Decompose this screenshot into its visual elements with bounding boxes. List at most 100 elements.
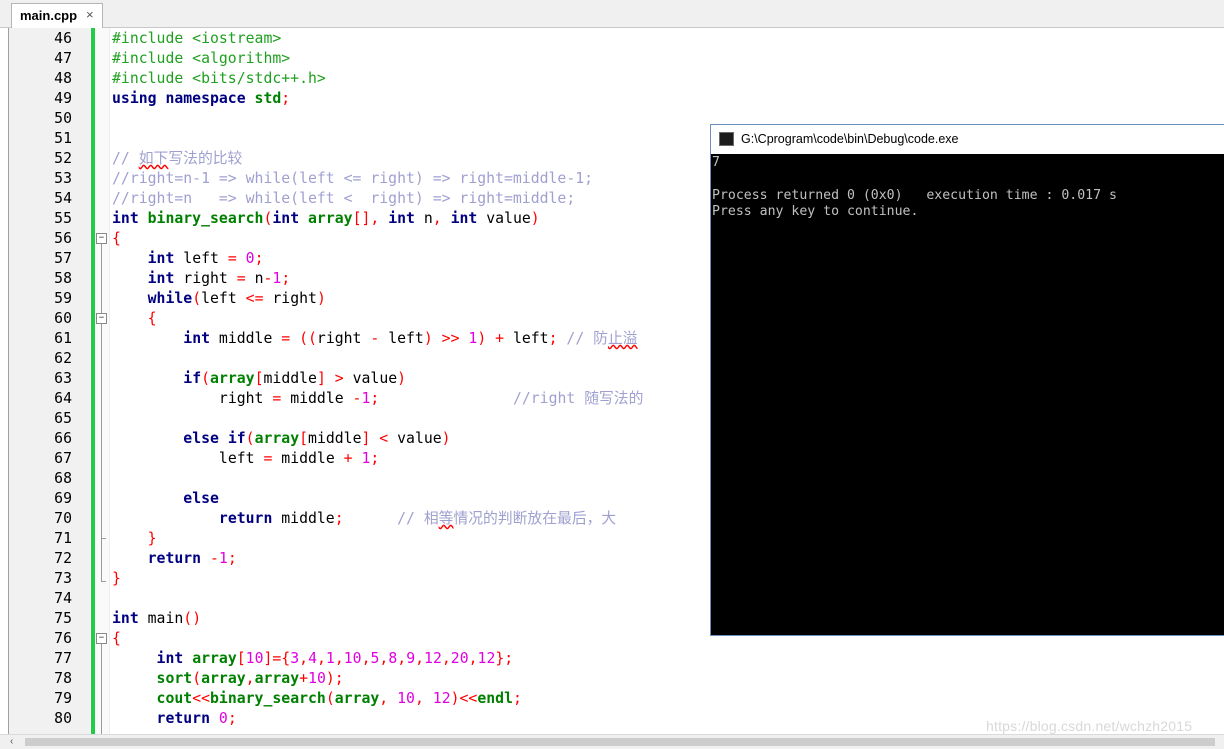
code-line[interactable]: 48 #include <bits/stdc++.h> — [0, 69, 1224, 89]
fold-toggle-icon[interactable]: − — [96, 233, 107, 244]
code-token: ( — [192, 290, 202, 307]
code-text: else — [112, 489, 219, 509]
code-token: 等 — [438, 510, 454, 527]
code-token: 12 — [424, 650, 442, 667]
line-number: 65 — [54, 410, 72, 427]
code-token: int — [272, 210, 309, 227]
code-text: #include <algorithm> — [112, 49, 290, 69]
code-token: left — [388, 330, 424, 347]
code-line[interactable]: 79 cout<<binary_search(array, 10, 12)<<e… — [0, 689, 1224, 709]
scroll-left-icon[interactable]: ‹ — [10, 736, 13, 747]
line-number: 51 — [54, 130, 72, 147]
code-token: if — [183, 370, 202, 387]
code-token: middle — [218, 330, 282, 347]
code-token: // 防 — [566, 330, 608, 347]
code-text: { — [112, 629, 121, 649]
code-token: 0 — [218, 710, 228, 727]
code-line[interactable]: 49 using namespace std; — [0, 89, 1224, 109]
line-number: 79 — [54, 690, 72, 707]
line-number: 64 — [54, 390, 72, 407]
code-line[interactable]: 46 #include <iostream> — [0, 29, 1224, 49]
code-token: ; — [281, 90, 291, 107]
code-line[interactable]: 78 sort(array,array+10); — [0, 669, 1224, 689]
code-text: int right = n-1; — [112, 269, 291, 289]
code-line[interactable]: 47 #include <algorithm> — [0, 49, 1224, 69]
code-token: - — [370, 330, 389, 347]
code-token: array — [254, 430, 300, 447]
code-token: value — [486, 210, 531, 227]
line-number: 48 — [54, 70, 72, 87]
line-number: 69 — [54, 490, 72, 507]
code-token: , — [441, 650, 451, 667]
line-number: 72 — [54, 550, 72, 567]
code-token: return — [218, 510, 282, 527]
line-number: 46 — [54, 30, 72, 47]
line-number: 77 — [54, 650, 72, 667]
code-token: , — [432, 210, 451, 227]
code-token: 10 — [245, 650, 264, 667]
code-text: while(left <= right) — [112, 289, 326, 309]
tab-label: main.cpp — [20, 8, 78, 23]
code-text: left = middle + 1; — [112, 449, 379, 469]
tab-main-cpp[interactable]: main.cpp × — [11, 3, 103, 28]
code-token: ; — [227, 550, 237, 567]
console-window[interactable]: G:\Cprogram\code\bin\Debug\code.exe 7 Pr… — [710, 124, 1224, 636]
code-token: ) — [316, 290, 326, 307]
code-token: array — [334, 690, 380, 707]
line-number: 68 — [54, 470, 72, 487]
code-token: , — [397, 650, 407, 667]
code-token: std — [254, 90, 282, 107]
code-text: int left = 0; — [112, 249, 264, 269]
fold-toggle-icon[interactable]: − — [96, 633, 107, 644]
code-token: 4 — [308, 650, 317, 667]
code-token: , — [414, 690, 433, 707]
line-number: 78 — [54, 670, 72, 687]
code-token: { — [112, 230, 121, 247]
console-output[interactable]: 7 Process returned 0 (0x0) execution tim… — [711, 154, 1224, 635]
code-token: , — [415, 650, 425, 667]
code-text: cout<<binary_search(array, 10, 12)<<endl… — [112, 689, 522, 709]
code-token: using namespace — [112, 90, 255, 107]
horizontal-scrollbar[interactable]: ‹ — [0, 734, 1224, 749]
code-token: else if — [183, 430, 246, 447]
code-token: int — [183, 330, 219, 347]
code-token: 8 — [388, 650, 398, 667]
code-token: [ — [236, 650, 246, 667]
line-number: 63 — [54, 370, 72, 387]
close-icon[interactable]: × — [86, 7, 94, 22]
code-text: } — [112, 569, 121, 589]
code-token: else — [183, 490, 219, 507]
code-text: int binary_search(int array[], int n, in… — [112, 209, 540, 229]
code-token: endl — [477, 690, 513, 707]
code-token: return — [147, 550, 210, 567]
line-number: 62 — [54, 350, 72, 367]
code-token: int — [450, 210, 487, 227]
console-titlebar[interactable]: G:\Cprogram\code\bin\Debug\code.exe — [711, 125, 1224, 153]
code-token: 如下 — [138, 150, 169, 167]
fold-toggle-icon[interactable]: − — [96, 313, 107, 324]
code-token: , — [299, 650, 309, 667]
scrollbar-thumb[interactable] — [25, 738, 1215, 746]
code-token: //right=n => while(left < right) => righ… — [112, 190, 576, 207]
code-token: 1 — [272, 270, 282, 287]
code-token: array — [201, 670, 246, 687]
line-number: 61 — [54, 330, 72, 347]
line-number: 66 — [54, 430, 72, 447]
code-line[interactable]: 77 int array[10]={3,4,1,10,5,8,9,12,20,1… — [0, 649, 1224, 669]
line-number: 70 — [54, 510, 72, 527]
code-token: main — [147, 610, 184, 627]
code-token: middle — [290, 390, 353, 407]
code-token: 0 — [245, 250, 255, 267]
code-token: << — [192, 690, 211, 707]
line-number: 52 — [54, 150, 72, 167]
